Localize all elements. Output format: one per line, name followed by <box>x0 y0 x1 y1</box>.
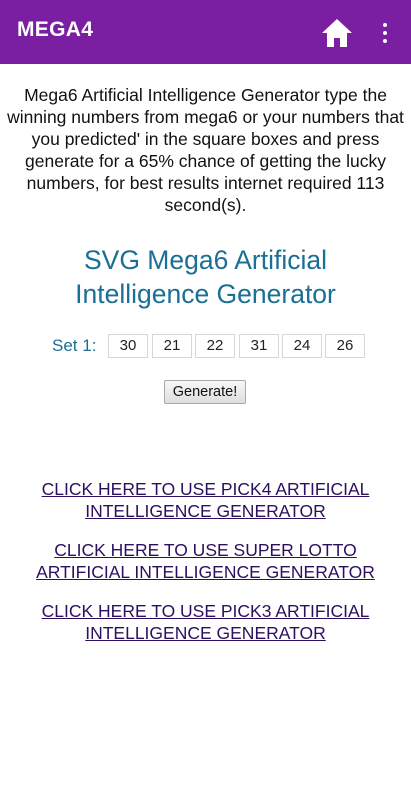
more-vert-icon-dot <box>383 31 387 35</box>
set-label: Set 1: <box>52 336 97 355</box>
number-input-3[interactable]: 22 <box>195 334 235 358</box>
home-button[interactable] <box>318 14 356 52</box>
number-input-5[interactable]: 24 <box>282 334 322 358</box>
more-vert-icon-dot <box>383 39 387 43</box>
app-bar: MEGA4 <box>0 0 411 64</box>
home-icon <box>322 19 352 47</box>
generator-title: SVG Mega6 Artificial Intelligence Genera… <box>75 245 336 309</box>
overflow-menu-button[interactable] <box>373 16 397 50</box>
more-vert-icon <box>383 23 387 27</box>
pick4-generator-link[interactable]: CLICK HERE TO USE PICK4 ARTIFICIAL INTEL… <box>8 478 403 522</box>
pick3-generator-link[interactable]: CLICK HERE TO USE PICK3 ARTIFICIAL INTEL… <box>8 600 403 644</box>
super-lotto-generator-link[interactable]: CLICK HERE TO USE SUPER LOTTO ARTIFICIAL… <box>8 539 403 583</box>
number-input-4[interactable]: 31 <box>239 334 279 358</box>
intro-text: Mega6 Artificial Intelligence Generator … <box>7 85 404 215</box>
number-input-6[interactable]: 26 <box>325 334 365 358</box>
number-input-1[interactable]: 30 <box>108 334 148 358</box>
app-title: MEGA4 <box>17 18 94 41</box>
number-input-2[interactable]: 21 <box>152 334 192 358</box>
generate-button[interactable]: Generate! <box>164 380 246 404</box>
